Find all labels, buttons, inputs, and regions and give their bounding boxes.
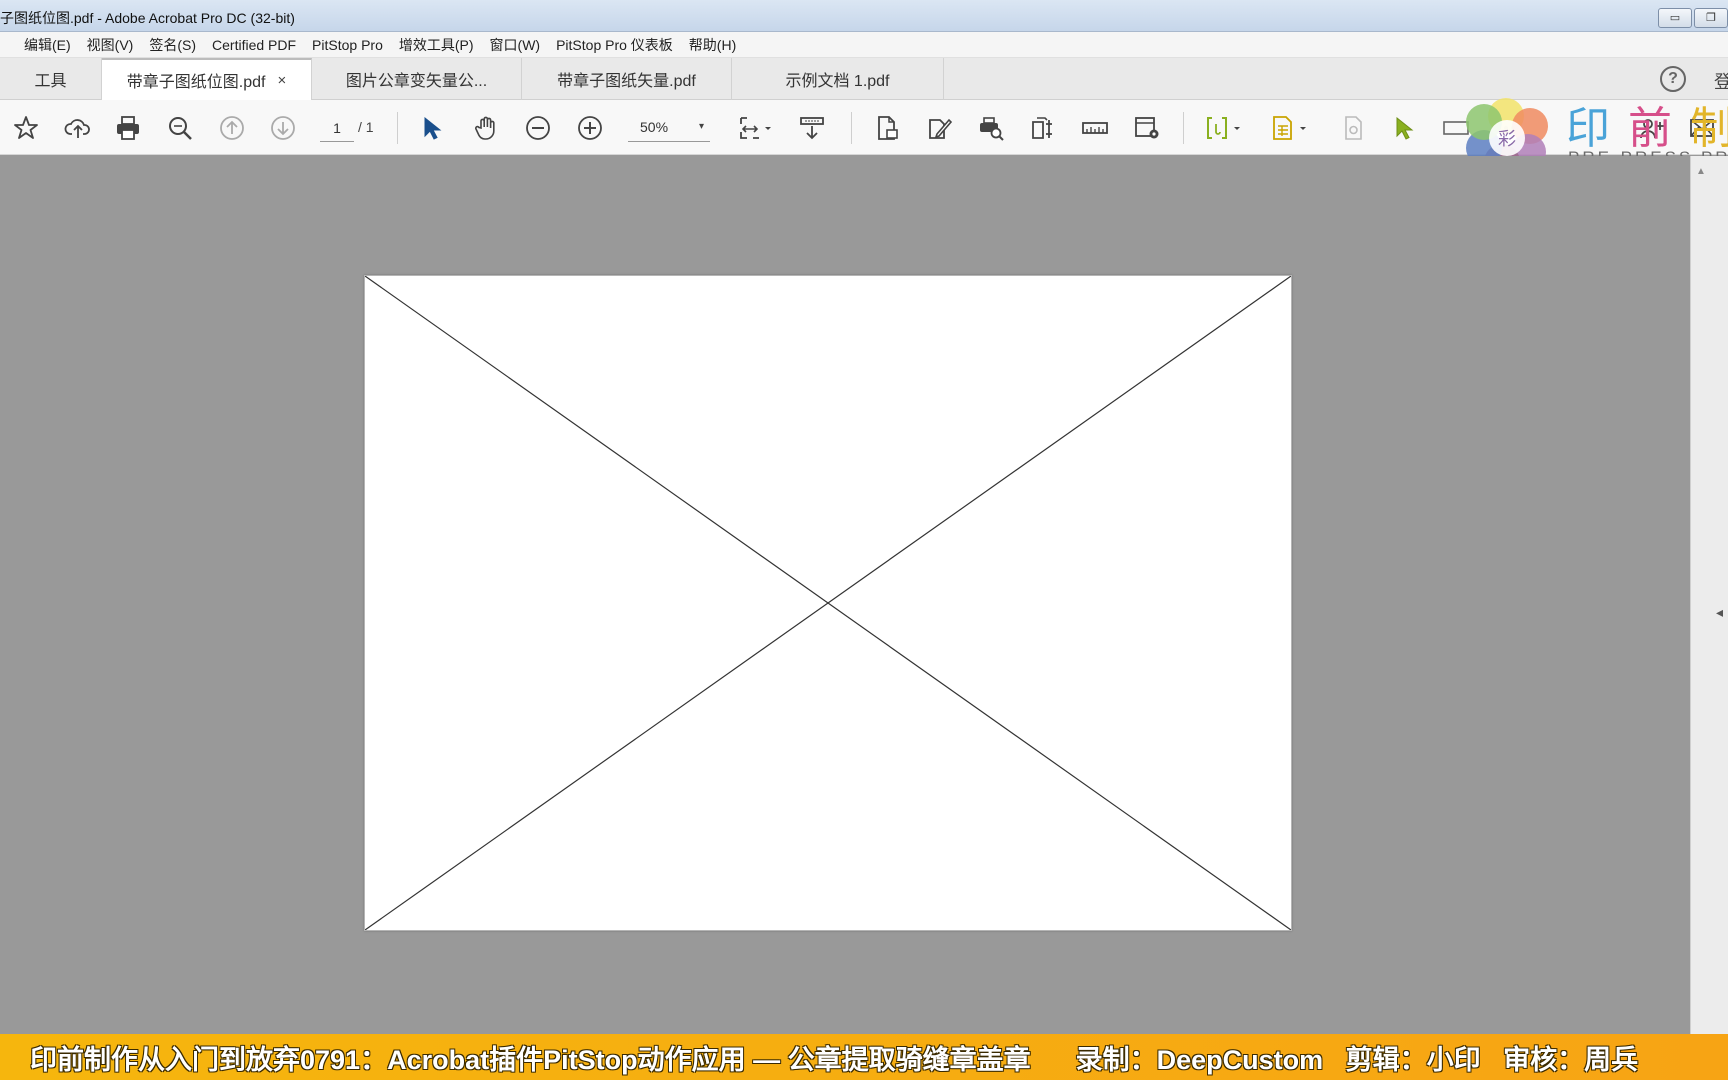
page-object-icon[interactable] bbox=[1027, 112, 1059, 144]
chevron-down-icon: ▾ bbox=[698, 121, 704, 132]
bracket-tool-icon[interactable] bbox=[1202, 112, 1246, 144]
menu-view[interactable]: 视图(V) bbox=[79, 35, 142, 55]
right-panel-toggle-icon[interactable]: ◂ bbox=[1716, 604, 1723, 621]
menu-edit[interactable]: 编辑(E) bbox=[16, 35, 79, 55]
caption-main: 印前制作从入门到放弃0791：Acrobat插件PitStop动作应用 — 公章… bbox=[30, 1044, 1031, 1075]
edit-document-icon[interactable] bbox=[923, 112, 955, 144]
ruler-measure-icon[interactable] bbox=[1079, 112, 1111, 144]
menu-certified-pdf[interactable]: Certified PDF bbox=[204, 37, 304, 53]
tab-label: 带章子图纸矢量.pdf bbox=[557, 73, 696, 90]
page-fit-icon[interactable] bbox=[734, 112, 776, 144]
logo-text: 印前制 bbox=[1566, 92, 1728, 156]
restore-button[interactable]: ❐ bbox=[1694, 8, 1728, 28]
menu-plugins[interactable]: 增效工具(P) bbox=[391, 35, 482, 55]
cloud-upload-icon[interactable] bbox=[62, 112, 94, 144]
window-controls: ▭ ❐ bbox=[1658, 8, 1728, 28]
zoom-level-value: 50% bbox=[640, 119, 669, 135]
zoom-in-icon[interactable] bbox=[574, 112, 606, 144]
menu-help[interactable]: 帮助(H) bbox=[681, 35, 744, 55]
tab-document-active[interactable]: 带章子图纸位图.pdf × bbox=[102, 58, 312, 100]
toolbar-divider bbox=[851, 112, 852, 144]
tab-label: 图片公章变矢量公... bbox=[345, 73, 488, 90]
title-bar: 子图纸位图.pdf - Adobe Acrobat Pro DC (32-bit… bbox=[0, 0, 1728, 32]
select-cursor-icon[interactable] bbox=[417, 112, 449, 144]
zoom-out-icon[interactable] bbox=[522, 112, 554, 144]
page-content-crossed-placeholder bbox=[365, 276, 1291, 930]
tab-document[interactable]: 带章子图纸矢量.pdf bbox=[522, 58, 732, 100]
bookmark-star-icon[interactable] bbox=[10, 112, 42, 144]
page-total: / 1 bbox=[358, 119, 374, 135]
menu-sign[interactable]: 签名(S) bbox=[141, 35, 204, 55]
pitstop-select-icon[interactable] bbox=[1389, 112, 1421, 144]
caption-credits: 录制：DeepCustom 剪辑：小印 审核：周兵 bbox=[1075, 1044, 1639, 1075]
scroll-mode-icon[interactable] bbox=[796, 112, 828, 144]
minimize-button[interactable]: ▭ bbox=[1658, 8, 1692, 28]
tab-label: 带章子图纸位图.pdf bbox=[126, 74, 266, 91]
tab-document[interactable]: 图片公章变矢量公... bbox=[312, 58, 522, 100]
document-crop-icon[interactable] bbox=[871, 112, 903, 144]
next-page-icon[interactable] bbox=[267, 112, 299, 144]
close-icon[interactable]: × bbox=[277, 72, 286, 89]
page-number-input[interactable] bbox=[320, 114, 354, 142]
toolbar-divider bbox=[1183, 112, 1184, 144]
caption-banner: 印前制作从入门到放弃0791：Acrobat插件PitStop动作应用 — 公章… bbox=[0, 1034, 1728, 1080]
menu-window[interactable]: 窗口(W) bbox=[482, 35, 549, 55]
scroll-up-arrow-icon[interactable]: ▲ bbox=[1696, 166, 1706, 177]
print-preview-icon[interactable] bbox=[975, 112, 1007, 144]
tab-label: 示例文档 1.pdf bbox=[785, 73, 890, 90]
tab-document[interactable]: 示例文档 1.pdf bbox=[732, 58, 944, 100]
vertical-scrollbar[interactable] bbox=[1690, 156, 1728, 1034]
zoom-search-icon[interactable] bbox=[164, 112, 196, 144]
window-title: 子图纸位图.pdf - Adobe Acrobat Pro DC (32-bit… bbox=[0, 10, 295, 26]
menu-bar: 编辑(E) 视图(V) 签名(S) Certified PDF PitStop … bbox=[0, 32, 1728, 58]
toolbar-divider bbox=[397, 112, 398, 144]
preflight-settings-icon[interactable] bbox=[1131, 112, 1163, 144]
logo-text-content: 印前制 bbox=[1566, 103, 1728, 154]
tab-tools[interactable]: 工具 bbox=[0, 58, 102, 100]
hand-tool-icon[interactable] bbox=[470, 112, 502, 144]
zoom-level-dropdown[interactable]: 50% ▾ bbox=[628, 114, 710, 142]
tab-tools-label: 工具 bbox=[34, 73, 67, 90]
previous-page-icon[interactable] bbox=[216, 112, 248, 144]
svg-text:彩: 彩 bbox=[1498, 129, 1516, 150]
document-settings-icon[interactable] bbox=[1338, 112, 1370, 144]
menu-pitstop-pro[interactable]: PitStop Pro bbox=[304, 37, 391, 53]
print-icon[interactable] bbox=[112, 112, 144, 144]
table-document-icon[interactable] bbox=[1268, 112, 1312, 144]
menu-pitstop-dashboard[interactable]: PitStop Pro 仪表板 bbox=[548, 35, 681, 55]
pdf-page[interactable] bbox=[364, 275, 1292, 931]
